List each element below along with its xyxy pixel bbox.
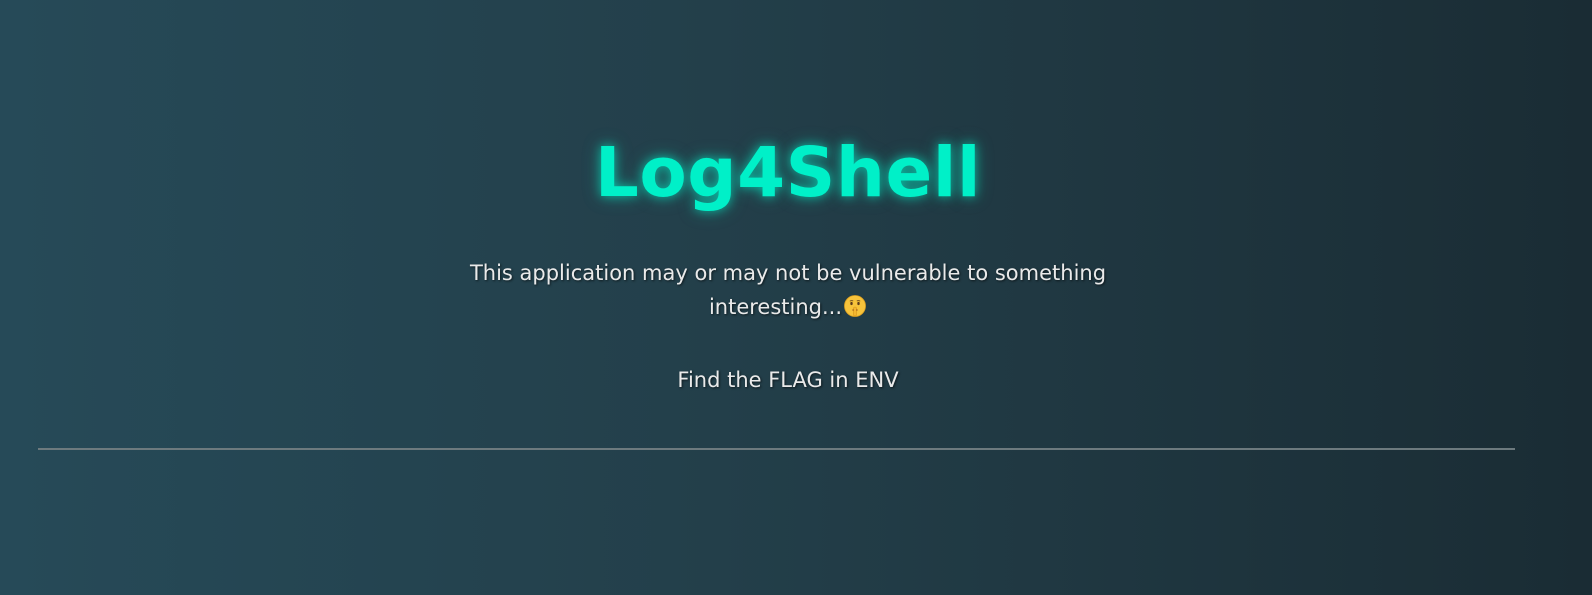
page: Log4Shell This application may or may no…: [0, 0, 1592, 595]
description-label: This application may or may not be vulne…: [469, 261, 1107, 319]
shushing-face-icon: [844, 295, 866, 317]
divider: [38, 448, 1515, 450]
description-text: This application may or may not be vulne…: [462, 256, 1114, 324]
page-title: Log4Shell: [594, 133, 982, 213]
hint-text: Find the FLAG in ENV: [677, 368, 899, 392]
